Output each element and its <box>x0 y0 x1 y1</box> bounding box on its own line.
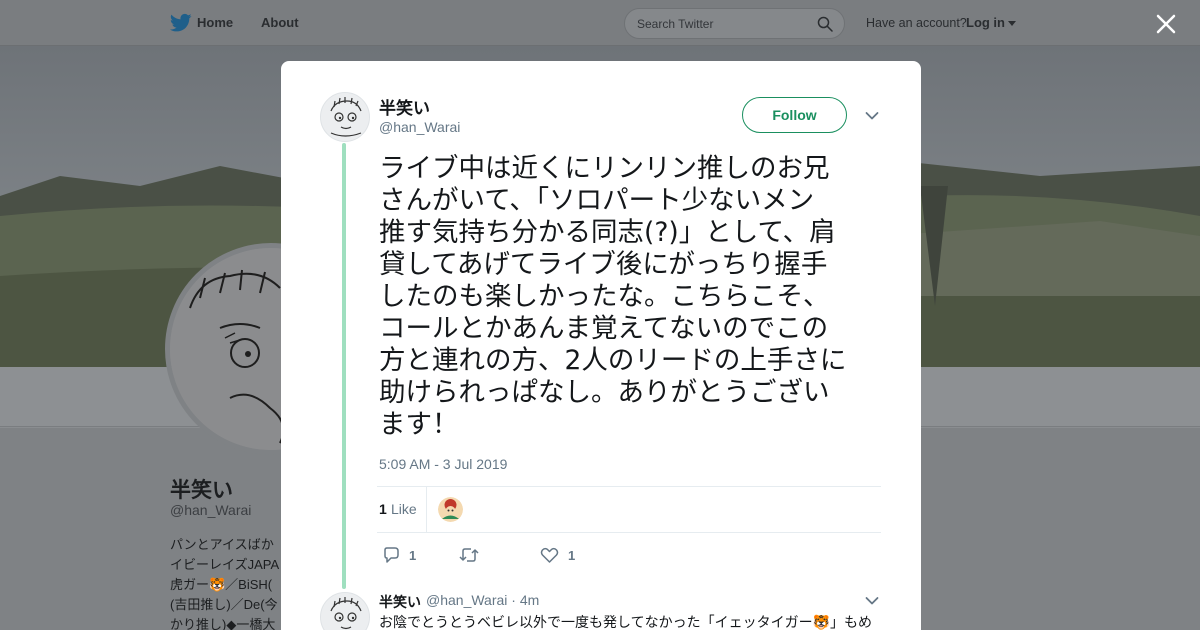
profile-bio: パンとアイスばか イビーレイズJAPA 虎ガー🐯／BiSH( (吉田推し)／De… <box>170 537 280 630</box>
stats-separator <box>426 487 427 532</box>
likes-count[interactable]: 1 <box>379 501 387 517</box>
retweet-icon[interactable] <box>459 545 479 565</box>
like-count[interactable]: 1 <box>568 548 575 563</box>
reply-author-avatar[interactable] <box>320 592 370 630</box>
tweet-text: ライブ中は近くにリンリン推しのお兄 さんがいて、「ソロパート少ないメン 推す気持… <box>379 153 847 440</box>
reply-author-name[interactable]: 半笑い <box>379 592 421 612</box>
reply-icon[interactable] <box>382 545 400 565</box>
reply-text: お陰でとうとうベビレ以外で一度も発してなかった「イェッタイガー🐯」もめ <box>379 615 873 630</box>
caret-down-icon[interactable] <box>1008 21 1016 26</box>
liker-avatar[interactable] <box>438 497 463 522</box>
login-link[interactable]: Log in <box>966 15 1005 30</box>
nav-about-link[interactable]: About <box>261 15 299 30</box>
profile-handle: @han_Warai <box>170 502 252 518</box>
thread-line <box>342 143 346 589</box>
profile-name: 半笑い <box>170 479 233 502</box>
author-handle[interactable]: @han_Warai <box>379 119 460 135</box>
reply-count[interactable]: 1 <box>409 548 416 563</box>
tweet-timestamp[interactable]: 5:09 AM - 3 Jul 2019 <box>379 456 507 472</box>
likes-label[interactable]: Like <box>391 501 417 517</box>
divider <box>377 532 881 533</box>
author-name[interactable]: 半笑い <box>379 94 430 119</box>
twitter-bird-icon[interactable] <box>170 13 192 33</box>
top-navigation-bar: Home About Have an account? Log in <box>0 0 1200 46</box>
heart-icon[interactable] <box>540 545 559 565</box>
tweet-modal: 半笑い @han_Warai Follow ライブ中は近くにリンリン推しのお兄 … <box>281 61 921 630</box>
reply-author-handle[interactable]: @han_Warai · 4m <box>426 592 539 608</box>
close-icon[interactable] <box>1154 12 1178 36</box>
chevron-down-icon[interactable] <box>865 111 879 121</box>
search-icon[interactable] <box>817 16 833 32</box>
nav-home-link[interactable]: Home <box>197 15 233 30</box>
follow-button[interactable]: Follow <box>742 97 847 133</box>
search-input[interactable] <box>637 15 807 33</box>
search-box <box>624 8 845 39</box>
account-prompt: Have an account? <box>866 16 967 30</box>
author-avatar[interactable] <box>320 92 370 142</box>
chevron-down-icon[interactable] <box>865 596 879 606</box>
divider <box>377 486 881 487</box>
